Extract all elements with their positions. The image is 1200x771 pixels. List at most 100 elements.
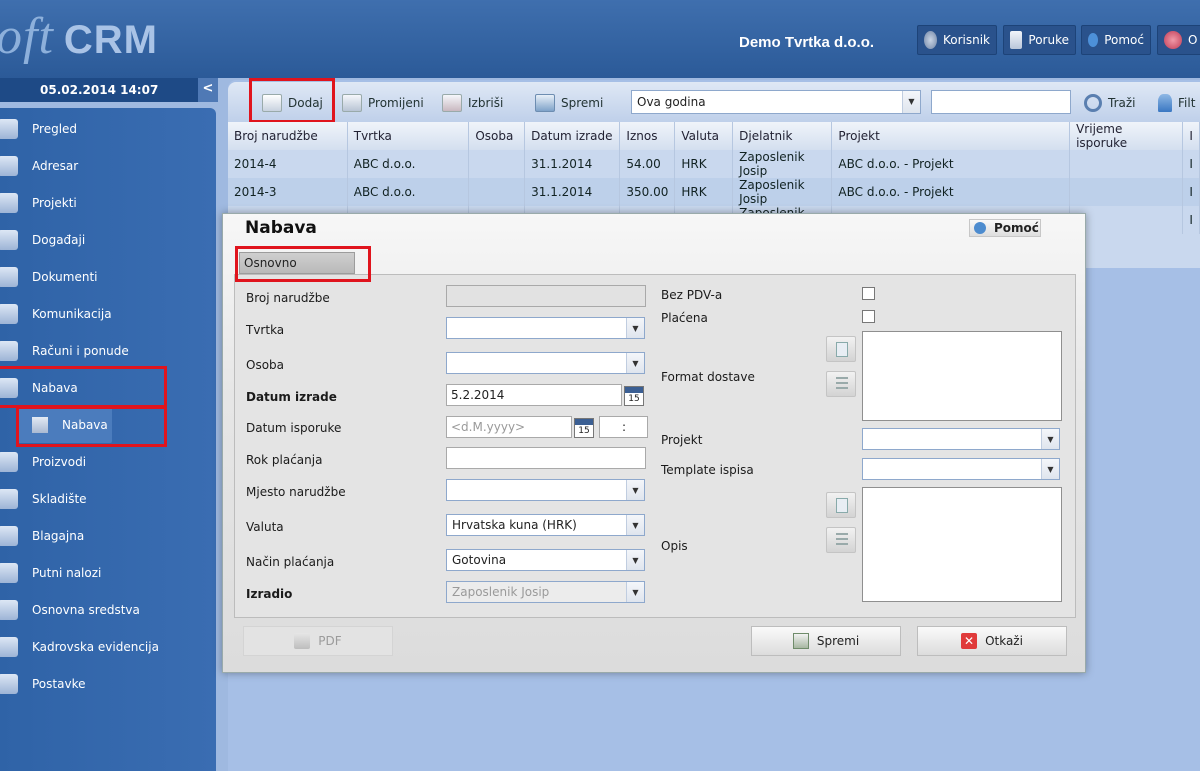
notepad-icon — [836, 342, 848, 357]
sidebar-item-pregled[interactable]: Pregled — [0, 114, 216, 144]
sidebar-item-dogadaji[interactable]: Događaji — [0, 225, 216, 255]
search-button[interactable]: Traži — [1084, 90, 1136, 116]
column-header[interactable]: I — [1182, 122, 1200, 150]
delivery-time-field[interactable]: : — [599, 416, 648, 438]
column-header[interactable]: Datum izrade — [524, 122, 621, 150]
power-icon — [1164, 31, 1182, 49]
sidebar-item-dokumenti[interactable]: Dokumenti — [0, 262, 216, 292]
period-select[interactable]: Ova godina ▼ — [631, 90, 921, 114]
user-button[interactable]: Korisnik — [917, 25, 997, 55]
company-name: Demo Tvrtka d.o.o. — [739, 34, 875, 51]
sidebar-item-postavke[interactable]: Postavke — [0, 669, 216, 699]
search-icon — [1084, 94, 1102, 112]
label-payment-method: Način plaćanja — [246, 555, 335, 569]
order-place-select[interactable]: ▼ — [446, 479, 645, 501]
warehouse-icon — [0, 489, 18, 509]
no-vat-checkbox[interactable] — [862, 287, 875, 300]
currency-select[interactable]: Hrvatska kuna (HRK) ▼ — [446, 514, 645, 536]
envelope-icon — [1010, 31, 1023, 49]
label-project: Projekt — [661, 433, 703, 447]
edit-button[interactable]: Promijeni — [342, 90, 424, 116]
cancel-button[interactable]: ✕ Otkaži — [917, 626, 1067, 656]
datetime-bar: 05.02.2014 14:07 < — [0, 78, 218, 102]
chevron-down-icon: ▼ — [626, 318, 644, 338]
staff-icon — [0, 637, 18, 657]
search-input[interactable] — [931, 90, 1071, 114]
calendar-icon[interactable]: 15 — [624, 386, 644, 406]
calendar-icon — [0, 230, 18, 250]
info-icon — [1088, 33, 1099, 47]
label-no-vat: Bez PDV-a — [661, 288, 723, 302]
info-icon — [974, 222, 986, 234]
chevron-down-icon: ▼ — [902, 91, 920, 113]
label-delivery-date: Datum isporuke — [246, 421, 342, 435]
column-header[interactable]: Djelatnik — [732, 122, 833, 150]
dialog-help-button[interactable]: Pomoć — [969, 219, 1041, 237]
delivery-date-field[interactable]: <d.M.yyyy> — [446, 416, 572, 438]
chevron-down-icon: ▼ — [1041, 429, 1059, 449]
due-date-field[interactable] — [446, 447, 646, 469]
save-toolbar-button[interactable]: Spremi — [535, 90, 603, 116]
pdf-button[interactable]: PDF — [243, 626, 393, 656]
column-header[interactable]: Broj narudžbe — [228, 122, 348, 150]
logout-button[interactable]: O — [1157, 25, 1200, 55]
sidebar-item-skladiste[interactable]: Skladište — [0, 484, 216, 514]
paid-checkbox[interactable] — [862, 310, 875, 323]
company-select[interactable]: ▼ — [446, 317, 645, 339]
column-header[interactable]: Vrijeme isporuke — [1069, 122, 1184, 150]
procurement-dialog: Nabava Pomoć Osnovno Broj narudžbe Tvrtk… — [222, 213, 1086, 673]
format-notes-button[interactable] — [826, 336, 856, 362]
created-date-field[interactable]: 5.2.2014 — [446, 384, 622, 406]
list-icon — [836, 533, 848, 548]
sidebar-item-adresar[interactable]: Adresar — [0, 151, 216, 181]
filter-button[interactable]: Filt — [1158, 90, 1195, 116]
save-icon — [535, 94, 555, 112]
sidebar-item-racuni[interactable]: Računi i ponude — [0, 336, 216, 366]
person-select[interactable]: ▼ — [446, 352, 645, 374]
table-row[interactable]: 2014-3 ABC d.o.o. 31.1.2014 350.00 HRK Zaposl… — [228, 178, 1200, 206]
calendar-icon[interactable]: 15 — [574, 418, 594, 438]
overview-icon — [0, 119, 18, 139]
column-header[interactable]: Projekt — [831, 122, 1071, 150]
column-header[interactable]: Osoba — [468, 122, 526, 150]
grid-header-row: Broj narudžbe Tvrtka Osoba Datum izrade … — [228, 122, 1200, 150]
printer-icon — [294, 633, 311, 649]
sidebar-item-putni-nalozi[interactable]: Putni nalozi — [0, 558, 216, 588]
label-order-place: Mjesto narudžbe — [246, 485, 346, 499]
description-notes-button[interactable] — [826, 492, 856, 518]
sidebar-item-osnovna-sredstva[interactable]: Osnovna sredstva — [0, 595, 216, 625]
project-select[interactable]: ▼ — [862, 428, 1060, 450]
help-button[interactable]: Pomoć — [1081, 25, 1151, 55]
messages-button[interactable]: Poruke — [1003, 25, 1076, 55]
delete-button[interactable]: Izbriši — [442, 90, 503, 116]
label-paid: Plaćena — [661, 311, 708, 325]
label-description: Opis — [661, 539, 688, 553]
form-panel: Broj narudžbe Tvrtka ▼ Osoba ▼ Datum izr… — [234, 274, 1076, 618]
author-select[interactable]: Zaposlenik Josip ▼ — [446, 581, 645, 603]
chevron-down-icon: ▼ — [626, 353, 644, 373]
delivery-format-textarea[interactable] — [862, 331, 1062, 421]
column-header[interactable]: Tvrtka — [347, 122, 470, 150]
format-list-button[interactable] — [826, 371, 856, 397]
print-template-select[interactable]: ▼ — [862, 458, 1060, 480]
description-list-button[interactable] — [826, 527, 856, 553]
sidebar-item-kadrovska[interactable]: Kadrovska evidencija — [0, 632, 216, 662]
sidebar-item-projekti[interactable]: Projekti — [0, 188, 216, 218]
save-button[interactable]: Spremi — [751, 626, 901, 656]
payment-method-select[interactable]: Gotovina ▼ — [446, 549, 645, 571]
chevron-down-icon: ▼ — [626, 582, 644, 602]
collapse-sidebar-button[interactable]: < — [198, 78, 218, 102]
table-row[interactable]: 2014-4 ABC d.o.o. 31.1.2014 54.00 HRK Zaposle… — [228, 150, 1200, 178]
sidebar-item-komunikacija[interactable]: Komunikacija — [0, 299, 216, 329]
sidebar-item-blagajna[interactable]: Blagajna — [0, 521, 216, 551]
travel-icon — [0, 563, 18, 583]
column-header[interactable]: Iznos — [619, 122, 676, 150]
column-header[interactable]: Valuta — [674, 122, 734, 150]
description-textarea[interactable] — [862, 487, 1062, 602]
app-logo: oft CRM — [0, 8, 158, 65]
label-company: Tvrtka — [246, 323, 285, 337]
assets-icon — [0, 600, 18, 620]
documents-icon — [0, 267, 18, 287]
sidebar-item-proizvodi[interactable]: Proizvodi — [0, 447, 216, 477]
label-due-date: Rok plaćanja — [246, 453, 323, 467]
